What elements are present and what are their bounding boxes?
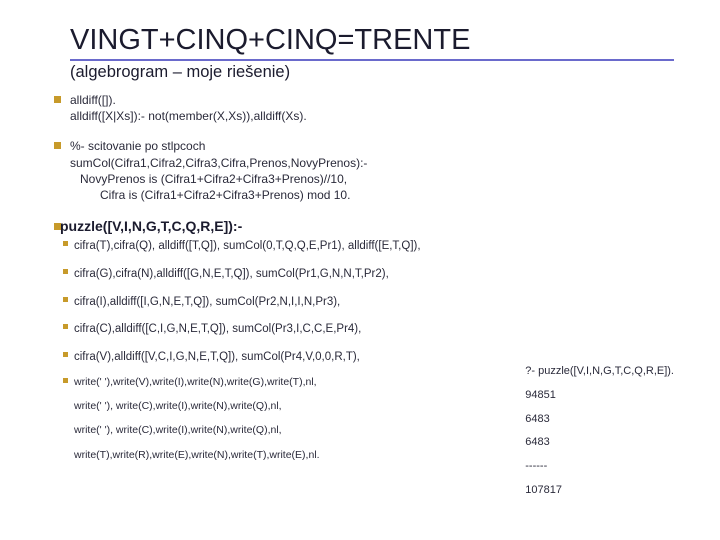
alldiff-code: alldiff([]). alldiff([X|Xs]):- not(membe…: [70, 92, 674, 124]
write-block: write(' '),write(V),write(I),write(N),wr…: [74, 375, 515, 508]
output-line: 6483: [525, 413, 674, 427]
output-block: ?- puzzle([V,I,N,G,T,C,Q,R,E]). 94851 64…: [515, 365, 674, 508]
output-line: 94851: [525, 389, 674, 403]
write-line: write(' '), write(C),write(I),write(N),w…: [74, 399, 515, 413]
slide-subtitle: (algebrogram – moje riešenie): [70, 63, 674, 82]
puzzle-line: cifra(G),cifra(N),alldiff([G,N,E,T,Q]), …: [74, 268, 389, 280]
puzzle-line: cifra(C),alldiff([C,I,G,N,E,T,Q]), sumCo…: [74, 323, 361, 335]
bullet-icon: [63, 378, 68, 383]
output-query: ?- puzzle([V,I,N,G,T,C,Q,R,E]).: [525, 365, 674, 379]
title-rule: [70, 59, 674, 61]
write-line: write(' '),write(V),write(I),write(N),wr…: [74, 375, 515, 389]
bullet-icon: [63, 269, 68, 274]
puzzle-block: puzzle([V,I,N,G,T,C,Q,R,E]):- cifra(T),c…: [60, 217, 674, 517]
bullet-icon: [63, 324, 68, 329]
bullet-icon: [54, 223, 61, 230]
output-line: ------: [525, 460, 674, 474]
output-line: 107817: [525, 484, 674, 498]
bullet-icon: [63, 352, 68, 357]
puzzle-line: cifra(I),alldiff([I,G,N,E,T,Q]), sumCol(…: [74, 296, 340, 308]
puzzle-body: cifra(T),cifra(Q), alldiff([T,Q]), sumCo…: [60, 238, 674, 518]
output-line: 6483: [525, 436, 674, 450]
bullet-icon: [63, 297, 68, 302]
write-line: write(T),write(R),write(E),write(N),writ…: [74, 448, 515, 462]
alldiff-block: alldiff([]). alldiff([X|Xs]):- not(membe…: [70, 92, 674, 124]
scitovanie-block: %- scitovanie po stlpcoch sumCol(Cifra1,…: [70, 138, 674, 203]
puzzle-line: cifra(V),alldiff([V,C,I,G,N,E,T,Q]), sum…: [74, 351, 360, 363]
bullet-icon: [63, 241, 68, 246]
bullet-icon: [54, 142, 61, 149]
write-line: write(' '), write(C),write(I),write(N),w…: [74, 423, 515, 437]
puzzle-head: puzzle([V,I,N,G,T,C,Q,R,E]):-: [60, 217, 674, 236]
puzzle-line: cifra(T),cifra(Q), alldiff([T,Q]), sumCo…: [74, 240, 421, 252]
bullet-icon: [54, 96, 61, 103]
slide-title: VINGT+CINQ+CINQ=TRENTE: [70, 24, 674, 57]
sumcol-code: %- scitovanie po stlpcoch sumCol(Cifra1,…: [70, 138, 674, 203]
